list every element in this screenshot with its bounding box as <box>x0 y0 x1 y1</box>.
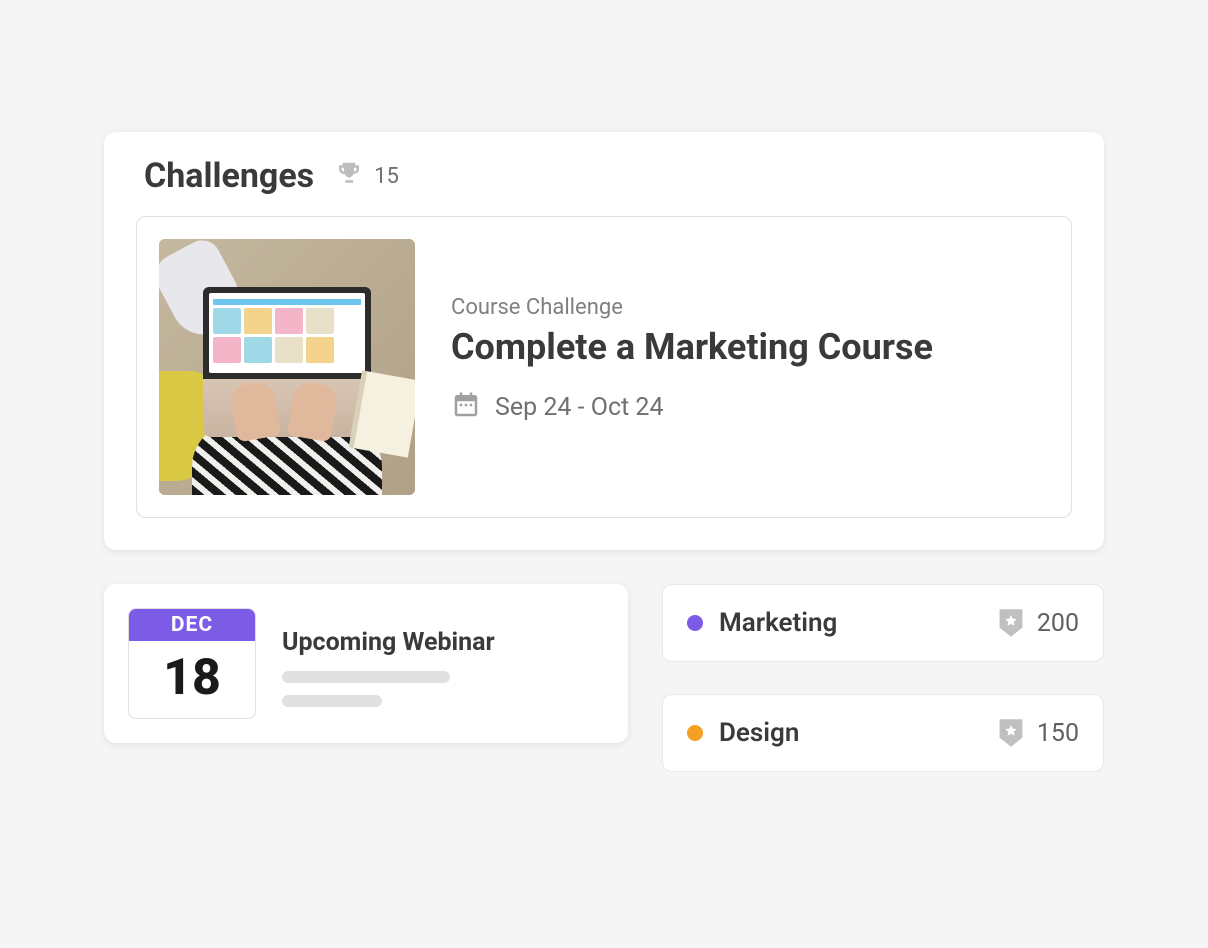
challenges-title: Challenges <box>144 156 314 196</box>
date-tile: DEC 18 <box>128 608 256 719</box>
dot-icon <box>687 725 703 741</box>
calendar-icon <box>451 390 481 424</box>
tag-points: 150 <box>1037 719 1079 748</box>
skeleton-line <box>282 671 450 683</box>
challenge-details: Course Challenge Complete a Marketing Co… <box>451 239 933 424</box>
trophy-count-value: 15 <box>374 164 399 189</box>
tags-column: Marketing 200 Design <box>662 584 1104 772</box>
webinar-card[interactable]: DEC 18 Upcoming Webinar <box>104 584 628 743</box>
trophy-count: 15 <box>334 159 399 193</box>
challenge-subtitle: Course Challenge <box>451 295 933 320</box>
challenge-thumbnail <box>159 239 415 495</box>
shield-star-icon <box>997 607 1025 639</box>
challenges-header: Challenges 15 <box>136 156 1072 196</box>
shield-star-icon <box>997 717 1025 749</box>
challenge-title: Complete a Marketing Course <box>451 326 933 368</box>
skeleton-line <box>282 695 382 707</box>
challenge-date: Sep 24 - Oct 24 <box>451 390 933 424</box>
dot-icon <box>687 615 703 631</box>
tag-card-design[interactable]: Design 150 <box>662 694 1104 772</box>
bottom-row: DEC 18 Upcoming Webinar Marketing 2 <box>104 584 1104 772</box>
tag-name: Marketing <box>719 608 837 638</box>
challenge-date-range: Sep 24 - Oct 24 <box>495 393 664 422</box>
tag-points: 200 <box>1037 609 1079 638</box>
challenge-item[interactable]: Course Challenge Complete a Marketing Co… <box>136 216 1072 518</box>
challenges-card: Challenges 15 <box>104 132 1104 550</box>
webinar-title: Upcoming Webinar <box>282 628 495 657</box>
date-month: DEC <box>129 609 255 641</box>
tag-name: Design <box>719 718 799 748</box>
tag-card-marketing[interactable]: Marketing 200 <box>662 584 1104 662</box>
webinar-details: Upcoming Webinar <box>282 608 495 719</box>
trophy-icon <box>334 159 364 193</box>
date-day: 18 <box>129 641 255 717</box>
